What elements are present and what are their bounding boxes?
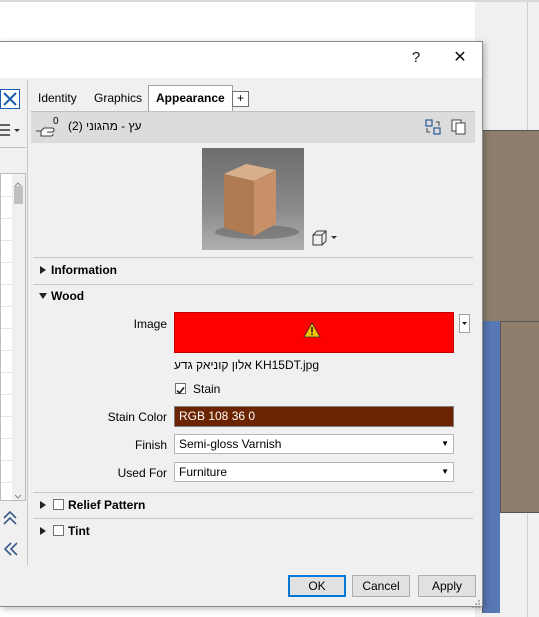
finish-label: Finish <box>134 438 167 452</box>
image-menu-button[interactable] <box>459 314 470 333</box>
asset-usage-count: 0 <box>53 116 59 127</box>
collapse-wood-icon[interactable] <box>38 290 48 300</box>
clear-search-icon[interactable] <box>0 89 20 109</box>
image-filename[interactable]: אלון קוניאק גדע KH15DT.jpg <box>174 358 319 372</box>
finish-select[interactable]: Semi-gloss Varnish ▼ <box>174 434 454 454</box>
used-for-label: Used For <box>117 466 167 480</box>
divider <box>33 492 473 493</box>
resize-grip-icon[interactable] <box>472 598 481 608</box>
chevron-down-icon: ▼ <box>441 467 449 476</box>
stain-checkbox[interactable] <box>175 383 186 395</box>
warning-icon <box>303 322 321 338</box>
replace-icon[interactable] <box>424 118 442 136</box>
collapse-left-icon[interactable] <box>0 538 22 560</box>
tab-identity[interactable]: Identity <box>31 86 84 110</box>
dialog-titlebar: ? ✕ <box>0 42 482 78</box>
relief-checkbox[interactable] <box>53 499 64 510</box>
close-button[interactable]: ✕ <box>438 42 482 72</box>
ok-button[interactable]: OK <box>288 575 346 597</box>
divider <box>33 518 473 519</box>
expand-tint-icon[interactable] <box>38 525 48 535</box>
background-selected-element <box>482 321 500 613</box>
tint-checkbox[interactable] <box>53 525 64 536</box>
used-for-select[interactable]: Furniture ▼ <box>174 462 454 482</box>
scrollbar-thumb[interactable] <box>14 186 23 204</box>
asset-name: עץ - מהגוני (2) <box>68 119 142 133</box>
material-list-scrollbar[interactable] <box>12 174 25 500</box>
tab-appearance[interactable]: Appearance <box>148 85 233 112</box>
cube-icon[interactable] <box>311 230 339 246</box>
expand-relief-icon[interactable] <box>38 499 48 509</box>
section-tint[interactable]: Tint <box>68 524 90 538</box>
background-wall-1 <box>482 130 539 321</box>
collapse-up-icon[interactable] <box>0 507 22 529</box>
duplicate-icon[interactable] <box>450 118 468 136</box>
finish-value: Semi-gloss Varnish <box>179 437 282 451</box>
section-relief-pattern[interactable]: Relief Pattern <box>68 498 145 512</box>
add-asset-button[interactable]: + <box>232 91 249 107</box>
divider <box>33 284 473 285</box>
tab-graphics[interactable]: Graphics <box>87 86 149 110</box>
stain-color-swatch[interactable]: RGB 108 36 0 <box>174 406 454 427</box>
stain-color-label: Stain Color <box>107 410 167 424</box>
image-label: Image <box>133 317 167 331</box>
background-top-edge <box>0 0 539 2</box>
panel-splitter[interactable] <box>27 80 28 565</box>
chevron-down-icon: ▼ <box>441 439 449 448</box>
view-options-icon[interactable] <box>0 120 22 140</box>
apply-button[interactable]: Apply <box>418 575 476 597</box>
scroll-up-icon[interactable] <box>13 177 23 187</box>
help-button[interactable]: ? <box>394 42 438 72</box>
section-wood[interactable]: Wood <box>51 289 84 303</box>
left-divider <box>0 147 26 148</box>
scroll-down-icon[interactable] <box>13 490 23 499</box>
cancel-button[interactable]: Cancel <box>352 575 410 597</box>
background-wall-2 <box>500 321 539 513</box>
material-preview <box>202 148 304 250</box>
divider <box>33 257 473 258</box>
section-information[interactable]: Information <box>51 263 117 277</box>
expand-information-icon[interactable] <box>38 264 48 274</box>
stain-label: Stain <box>193 382 221 396</box>
used-for-value: Furniture <box>179 465 228 479</box>
